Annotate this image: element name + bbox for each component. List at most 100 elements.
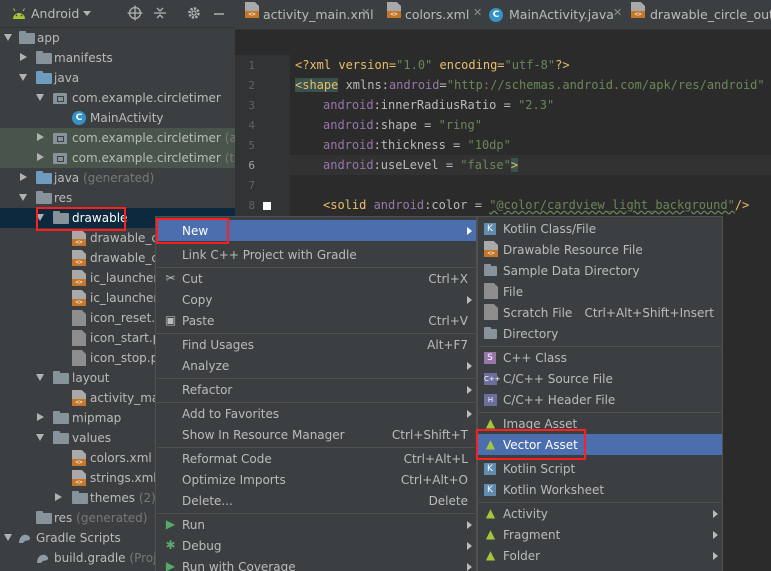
menu-item-label: Folder [503, 549, 541, 563]
tree-item-label: colors.xml [90, 451, 152, 465]
close-icon[interactable]: ✕ [473, 6, 482, 19]
submenu-item-kotlin-script[interactable]: K Kotlin Script [478, 458, 722, 479]
tree-item-res[interactable]: res [0, 188, 235, 208]
xml-file-icon [72, 450, 86, 466]
editor-tabs: activity_main.xml ✕ colors.xml ✕ C MainA… [235, 0, 771, 30]
submenu-item-folder[interactable]: ▲ Folder [478, 545, 722, 566]
line-number: 7 [248, 179, 255, 192]
expand-arrow-icon[interactable] [19, 74, 27, 81]
locate-icon[interactable] [127, 5, 143, 21]
tree-item-manifests[interactable]: manifests [0, 48, 235, 68]
submenu-item-cpp-header-file[interactable]: H C/C++ Header File [478, 389, 722, 410]
menu-item-delete[interactable]: Delete... Delete [156, 490, 476, 511]
tree-item-label: ic_launcher_ [90, 291, 165, 305]
line-number: 5 [248, 139, 255, 152]
expand-arrow-icon[interactable] [36, 434, 44, 441]
collapse-arrow-icon[interactable] [55, 493, 62, 501]
submenu-item-sample-data-directory[interactable]: Sample Data Directory [478, 260, 722, 281]
submenu-item-cpp-source-file[interactable]: C++ C/C++ Source File [478, 368, 722, 389]
submenu-item-kotlin-class[interactable]: K Kotlin Class/File [478, 218, 722, 239]
code-token: :shape = [373, 118, 439, 132]
tree-item-package[interactable]: com.example.circletimer [0, 88, 235, 108]
xml-file-icon [72, 290, 86, 306]
chevron-down-icon[interactable] [83, 11, 91, 16]
tree-item-label: strings.xml [90, 471, 157, 485]
code-line-8: <solid android:color = "@color/cardview_… [323, 198, 749, 212]
menu-item-cut[interactable]: ✂ Cut Ctrl+X [156, 268, 476, 289]
tab-activity-main[interactable]: activity_main.xml ✕ [235, 0, 385, 30]
tree-item-package-test[interactable]: com.example.circletimer (test) [0, 148, 235, 168]
menu-item-run-with-coverage[interactable]: ▶ Run with Coverage [156, 556, 476, 571]
expand-arrow-icon[interactable] [19, 194, 27, 201]
tree-item-mainactivity[interactable]: C MainActivity [0, 108, 235, 128]
code-token: android [323, 118, 374, 132]
line-number: 1 [248, 59, 255, 72]
menu-item-link-cpp[interactable]: Link C++ Project with Gradle [156, 244, 476, 265]
menu-item-optimize-imports[interactable]: Optimize Imports Ctrl+Alt+O [156, 469, 476, 490]
menu-item-find-usages[interactable]: Find Usages Alt+F7 [156, 334, 476, 355]
menu-item-label: Run with Coverage [182, 560, 296, 571]
close-icon[interactable]: ✕ [613, 6, 622, 19]
menu-item-copy[interactable]: Copy [156, 289, 476, 310]
menu-item-label: Copy [182, 293, 213, 307]
expand-arrow-icon[interactable] [36, 374, 44, 381]
tree-item-java[interactable]: java [0, 68, 235, 88]
tree-item-app[interactable]: app [0, 28, 235, 48]
menu-item-debug[interactable]: ✱ Debug [156, 535, 476, 556]
code-token: encoding= [432, 58, 505, 72]
menu-item-analyze[interactable]: Analyze [156, 355, 476, 376]
submenu-arrow-icon [467, 542, 472, 550]
menu-item-show-in-resource-manager[interactable]: Show In Resource Manager Ctrl+Shift+T [156, 424, 476, 445]
tree-item-java-generated[interactable]: java (generated) [0, 168, 235, 188]
code-line-4: android:shape = "ring" [323, 118, 482, 132]
submenu-item-cpp-class[interactable]: S C++ Class [478, 347, 722, 368]
color-swatch-icon[interactable] [263, 202, 271, 210]
submenu-item-drawable-resource-file[interactable]: Drawable Resource File [478, 239, 722, 260]
tab-mainactivity[interactable]: C MainActivity.java ✕ [487, 0, 629, 30]
submenu-item-activity[interactable]: ▲ Activity [478, 503, 722, 524]
menu-item-run[interactable]: ▶ Run [156, 514, 476, 535]
gear-icon[interactable] [186, 5, 202, 21]
tab-drawable-circle-outer[interactable]: drawable_circle_outer.x [629, 0, 771, 30]
menu-item-reformat-code[interactable]: Reformat Code Ctrl+Alt+L [156, 448, 476, 469]
menu-item-add-to-favorites[interactable]: Add to Favorites [156, 403, 476, 424]
menu-item-shortcut: Alt+F7 [427, 338, 468, 352]
code-token: "ring" [438, 118, 482, 132]
collapse-arrow-icon[interactable] [20, 53, 27, 61]
submenu-arrow-icon [467, 521, 472, 529]
code-token: android [366, 198, 425, 212]
submenu-item-file[interactable]: File [478, 281, 722, 302]
hide-panel-icon[interactable] [211, 5, 227, 21]
tree-item-label: themes [90, 491, 136, 505]
menu-item-paste[interactable]: ▣ Paste Ctrl+V [156, 310, 476, 331]
expand-arrow-icon[interactable] [4, 34, 12, 41]
menu-item-label: Directory [503, 327, 559, 341]
file-icon [484, 283, 498, 299]
expand-arrow-icon[interactable] [4, 534, 12, 541]
scratch-file-icon [484, 304, 498, 320]
submenu-item-directory[interactable]: Directory [478, 323, 722, 344]
cpp-header-icon: H [484, 394, 497, 406]
collapse-arrow-icon[interactable] [37, 133, 44, 141]
collapse-all-icon[interactable] [152, 5, 168, 21]
menu-item-label: C/C++ Header File [503, 393, 616, 407]
close-icon[interactable]: ✕ [361, 6, 370, 19]
expand-arrow-icon[interactable] [36, 94, 44, 101]
submenu-item-scratch-file[interactable]: Scratch File Ctrl+Alt+Shift+Insert [478, 302, 722, 323]
tree-item-label: ic_launcher_ [90, 271, 165, 285]
coverage-icon: ▶ [165, 559, 176, 571]
collapse-arrow-icon[interactable] [20, 173, 27, 181]
package-icon [53, 153, 67, 164]
submenu-item-kotlin-worksheet[interactable]: K Kotlin Worksheet [478, 479, 722, 500]
menu-item-label: File [503, 285, 524, 299]
menu-item-refactor[interactable]: Refactor [156, 379, 476, 400]
tree-item-package-androidtest[interactable]: com.example.circletimer (andr [0, 128, 235, 148]
submenu-item-fragment[interactable]: ▲ Fragment [478, 524, 722, 545]
tab-colors[interactable]: colors.xml ✕ [385, 0, 487, 30]
project-view-selector[interactable]: Android [31, 6, 79, 21]
xml-file-icon [631, 2, 645, 18]
submenu-arrow-icon [713, 552, 718, 560]
collapse-arrow-icon[interactable] [37, 153, 44, 161]
menu-item-label: Optimize Imports [182, 473, 286, 487]
collapse-arrow-icon[interactable] [37, 413, 44, 421]
